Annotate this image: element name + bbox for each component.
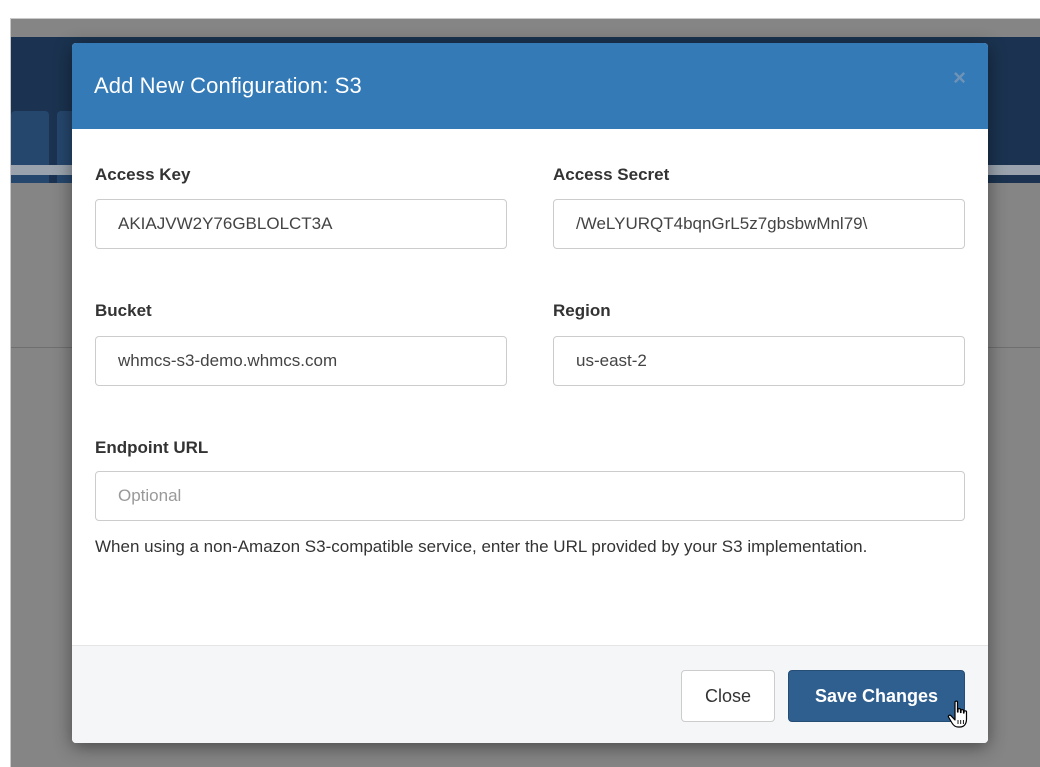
modal-footer: Close Save Changes (72, 645, 988, 743)
endpoint-url-input[interactable] (95, 471, 965, 521)
access-key-label: Access Key (95, 165, 191, 184)
save-changes-button[interactable]: Save Changes (788, 670, 965, 722)
bucket-label: Bucket (95, 301, 152, 320)
access-key-input[interactable] (95, 199, 507, 249)
close-button[interactable]: Close (681, 670, 775, 722)
modal-title: Add New Configuration: S3 (94, 73, 362, 98)
modal-body: Access Key Access Secret Bucket Region E… (72, 129, 988, 645)
access-secret-label: Access Secret (553, 165, 670, 184)
configuration-modal: Add New Configuration: S3 × Access Key A… (72, 43, 988, 743)
region-label: Region (553, 301, 611, 320)
endpoint-url-label: Endpoint URL (95, 438, 209, 457)
access-secret-input[interactable] (553, 199, 965, 249)
endpoint-url-help-text: When using a non-Amazon S3-compatible se… (95, 537, 868, 556)
bucket-input[interactable] (95, 336, 507, 386)
hand-pointer-icon (947, 700, 968, 728)
modal-header: Add New Configuration: S3 × (72, 43, 988, 129)
region-input[interactable] (553, 336, 965, 386)
close-icon[interactable]: × (953, 67, 966, 89)
